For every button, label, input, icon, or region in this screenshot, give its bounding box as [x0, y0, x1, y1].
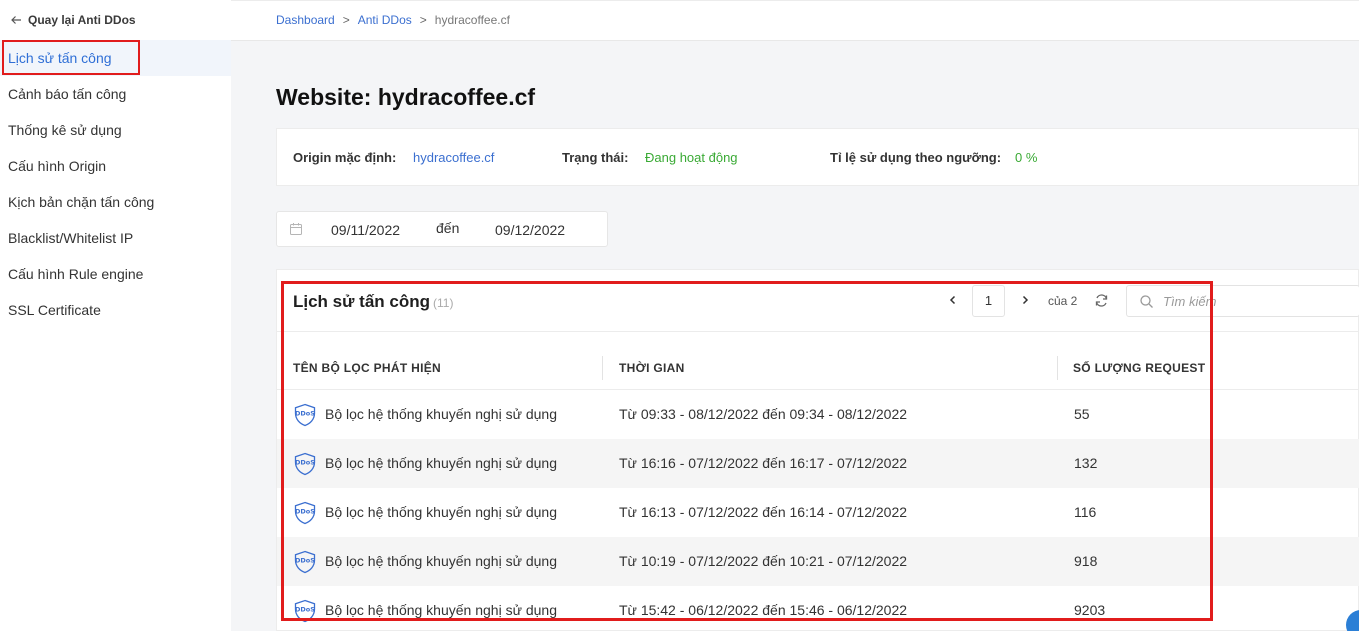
- row-time: Từ 16:16 - 07/12/2022 đến 16:17 - 07/12/…: [619, 455, 908, 471]
- sidebar-item-label: Kịch bản chặn tấn công: [8, 194, 155, 210]
- breadcrumb-separator: >: [419, 13, 427, 27]
- table-header: TÊN BỘ LỌC PHÁT HIỆN THỜI GIAN SỐ LƯỢNG …: [277, 348, 1359, 390]
- page-title: Website: hydracoffee.cf: [276, 84, 536, 110]
- sidebar-item-blacklist-whitelist[interactable]: Blacklist/Whitelist IP: [0, 220, 231, 256]
- calendar-icon: [290, 223, 302, 235]
- ddos-shield-icon: DDoS: [294, 599, 315, 623]
- attack-history-panel: Lịch sử tấn công(11) 1 của 2 TÊN BỘ LỌC …: [276, 269, 1359, 631]
- svg-text:DDoS: DDoS: [295, 508, 315, 516]
- panel-title-text: Lịch sử tấn công: [293, 292, 430, 311]
- breadcrumb: Dashboard > Anti DDos > hydracoffee.cf: [276, 13, 510, 27]
- row-filter-name: Bộ lọc hệ thống khuyến nghị sử dụng: [325, 455, 557, 471]
- panel-count: (11): [433, 296, 454, 310]
- table-row[interactable]: DDoS Bộ lọc hệ thống khuyến nghị sử dụng…: [277, 439, 1359, 488]
- breadcrumb-current: hydracoffee.cf: [434, 13, 510, 27]
- column-time: THỜI GIAN: [619, 361, 685, 375]
- column-divider: [602, 356, 603, 380]
- ddos-shield-icon: DDoS: [294, 550, 315, 574]
- sidebar-item-label: Thống kê sử dụng: [8, 122, 122, 138]
- row-request-count: 132: [1074, 455, 1098, 471]
- website-info-card: Origin mặc định: hydracoffee.cf Trạng th…: [276, 128, 1359, 186]
- pager-current-page[interactable]: 1: [972, 285, 1005, 317]
- table-row[interactable]: DDoS Bộ lọc hệ thống khuyến nghị sử dụng…: [277, 537, 1359, 586]
- row-filter-name: Bộ lọc hệ thống khuyến nghị sử dụng: [325, 602, 557, 618]
- sidebar-item-label: SSL Certificate: [8, 302, 101, 318]
- back-link-label: Quay lại Anti DDos: [28, 13, 136, 27]
- back-link[interactable]: Quay lại Anti DDos: [10, 13, 136, 27]
- refresh-icon[interactable]: [1094, 293, 1109, 308]
- sidebar-item-label: Cấu hình Origin: [8, 158, 107, 174]
- row-request-count: 116: [1074, 504, 1097, 520]
- svg-text:DDoS: DDoS: [295, 459, 315, 467]
- column-filter-name: TÊN BỘ LỌC PHÁT HIỆN: [293, 361, 442, 375]
- row-time: Từ 16:13 - 07/12/2022 đến 16:14 - 07/12/…: [619, 504, 908, 520]
- table-row[interactable]: DDoS Bộ lọc hệ thống khuyến nghị sử dụng…: [277, 488, 1359, 537]
- svg-text:DDoS: DDoS: [295, 557, 315, 565]
- row-request-count: 9203: [1074, 602, 1106, 618]
- table-row[interactable]: DDoS Bộ lọc hệ thống khuyến nghị sử dụng…: [277, 390, 1359, 439]
- search-input[interactable]: [1163, 290, 1353, 312]
- date-from[interactable]: 09/11/2022: [331, 222, 400, 238]
- status-label: Trạng thái:: [562, 150, 629, 165]
- sidebar-item-attack-alerts[interactable]: Cảnh báo tấn công: [0, 76, 231, 112]
- search-icon: [1140, 295, 1153, 308]
- svg-text:DDoS: DDoS: [295, 410, 315, 418]
- svg-text:DDoS: DDoS: [295, 606, 315, 614]
- breadcrumb-separator: >: [342, 13, 350, 27]
- row-time: Từ 15:42 - 06/12/2022 đến 15:46 - 06/12/…: [619, 602, 908, 618]
- ddos-shield-icon: DDoS: [294, 452, 315, 476]
- origin-label: Origin mặc định:: [293, 150, 397, 165]
- chevron-right-icon[interactable]: [1018, 293, 1032, 307]
- sidebar: Quay lại Anti DDos Lịch sử tấn công Cảnh…: [0, 0, 231, 631]
- top-bar: Dashboard > Anti DDos > hydracoffee.cf: [231, 0, 1359, 41]
- sidebar-item-label: Cảnh báo tấn công: [8, 86, 127, 102]
- date-range-picker[interactable]: 09/11/2022 đến 09/12/2022: [276, 211, 608, 247]
- ratio-value: 0 %: [1015, 150, 1038, 165]
- row-time: Từ 09:33 - 08/12/2022 đến 09:34 - 08/12/…: [619, 406, 908, 422]
- sidebar-item-origin-config[interactable]: Cấu hình Origin: [0, 148, 231, 184]
- row-request-count: 918: [1074, 553, 1098, 569]
- sidebar-item-label: Lịch sử tấn công: [8, 50, 112, 66]
- arrow-left-icon: [11, 16, 21, 24]
- pager-total: của 2: [1048, 294, 1078, 308]
- sidebar-item-usage-stats[interactable]: Thống kê sử dụng: [0, 112, 231, 148]
- ddos-shield-icon: DDoS: [294, 403, 315, 427]
- sidebar-item-ssl-certificate[interactable]: SSL Certificate: [0, 292, 231, 328]
- date-to[interactable]: 09/12/2022: [495, 222, 565, 238]
- date-range-separator: đến: [436, 220, 460, 236]
- sidebar-item-label: Blacklist/Whitelist IP: [8, 230, 134, 246]
- row-filter-name: Bộ lọc hệ thống khuyến nghị sử dụng: [325, 553, 557, 569]
- sidebar-item-label: Cấu hình Rule engine: [8, 266, 144, 282]
- panel-header: Lịch sử tấn công (11) 1 của 2: [277, 270, 1359, 332]
- chevron-left-icon[interactable]: [946, 293, 960, 307]
- origin-value[interactable]: hydracoffee.cf: [413, 150, 494, 165]
- sidebar-item-block-scenarios[interactable]: Kịch bản chặn tấn công: [0, 184, 231, 220]
- breadcrumb-dashboard[interactable]: Dashboard: [276, 13, 335, 27]
- table-row[interactable]: DDoS Bộ lọc hệ thống khuyến nghị sử dụng…: [277, 586, 1359, 631]
- search-box[interactable]: [1126, 285, 1359, 317]
- column-request-count: SỐ LƯỢNG REQUEST: [1073, 361, 1206, 375]
- row-time: Từ 10:19 - 07/12/2022 đến 10:21 - 07/12/…: [619, 553, 908, 569]
- row-filter-name: Bộ lọc hệ thống khuyến nghị sử dụng: [325, 406, 557, 422]
- row-filter-name: Bộ lọc hệ thống khuyến nghị sử dụng: [325, 504, 557, 520]
- column-divider: [1057, 356, 1058, 380]
- row-request-count: 55: [1074, 406, 1090, 422]
- breadcrumb-anti-ddos[interactable]: Anti DDos: [358, 13, 412, 27]
- ratio-label: Tỉ lệ sử dụng theo ngưỡng:: [830, 150, 1002, 165]
- sidebar-item-attack-history[interactable]: Lịch sử tấn công: [0, 40, 231, 76]
- panel-title: Lịch sử tấn công (11): [293, 292, 453, 312]
- status-value: Đang hoạt động: [645, 150, 738, 165]
- sidebar-item-rule-engine[interactable]: Cấu hình Rule engine: [0, 256, 231, 292]
- ddos-shield-icon: DDoS: [294, 501, 315, 525]
